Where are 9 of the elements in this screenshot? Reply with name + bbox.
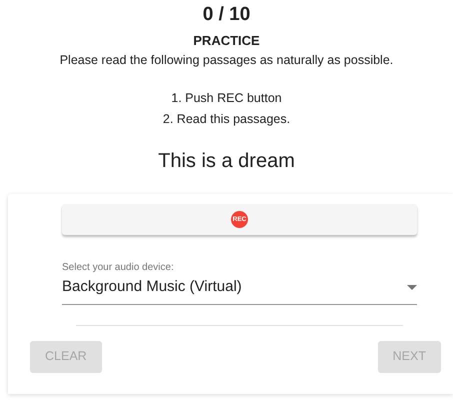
instruction-step: 2. Read this passages. [0,109,453,130]
device-select[interactable]: Background Music (Virtual) [62,275,417,304]
select-label: Select your audio device: [62,261,175,275]
progress-counter: 0 / 10 [202,3,252,26]
section-title: PRACTICE [192,33,261,49]
passage-text: This is a dream [157,149,296,173]
instruction-text: Please read the following passages as naturally as possible. [58,52,394,68]
instruction-step: 1. Push REC button [0,88,453,109]
dropdown-caret-icon [407,284,417,290]
